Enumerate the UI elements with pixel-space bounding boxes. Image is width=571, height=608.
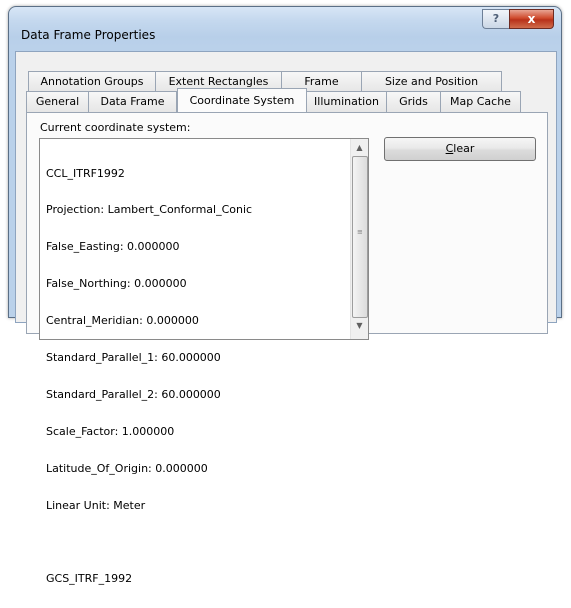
tab-map-cache[interactable]: Map Cache: [441, 91, 521, 112]
tab-coordinate-system[interactable]: Coordinate System: [177, 88, 307, 112]
scrollbar-thumb[interactable]: ≡: [352, 156, 368, 318]
dialog-title: Data Frame Properties: [21, 28, 156, 42]
cs-line: Latitude_Of_Origin: 0.000000: [46, 461, 208, 475]
scroll-down-arrow-icon[interactable]: ▼: [351, 317, 368, 334]
cs-line: Projection: Lambert_Conformal_Conic: [46, 203, 253, 217]
caption-buttons: ? x: [482, 9, 554, 29]
tab-illumination[interactable]: Illumination: [307, 91, 387, 112]
cs-line: Standard_Parallel_1: 60.000000: [46, 351, 221, 365]
close-icon: x: [527, 12, 536, 26]
cs-line: CCL_ITRF1992: [46, 166, 125, 180]
dialog-client: Annotation Groups Extent Rectangles Fram…: [15, 51, 557, 585]
coordinate-system-textbox[interactable]: CCL_ITRF1992 Projection: Lambert_Conform…: [39, 138, 369, 585]
cs-line: Standard_Parallel_2: 60.000000: [46, 387, 221, 401]
cs-line: [46, 537, 346, 549]
tab-general[interactable]: General: [26, 91, 89, 112]
cs-line: Linear Unit: Meter: [46, 498, 146, 512]
scroll-up-arrow-icon[interactable]: ▲: [351, 139, 368, 156]
cs-line: Scale_Factor: 1.000000: [46, 424, 175, 438]
tab-grids[interactable]: Grids: [387, 91, 441, 112]
tab-row-front: General Data Frame Coordinate System Ill…: [26, 88, 521, 112]
vertical-scrollbar[interactable]: ▲ ≡ ▼: [350, 139, 368, 339]
coordinate-system-panel: Current coordinate system: CCL_ITRF1992 …: [26, 112, 548, 585]
clear-label-rest: lear: [453, 142, 475, 155]
clear-button[interactable]: Clear: [384, 137, 536, 161]
help-button[interactable]: ?: [482, 9, 509, 29]
close-button[interactable]: x: [509, 9, 554, 29]
tab-annotation-groups[interactable]: Annotation Groups: [28, 71, 156, 92]
cs-line: False_Northing: 0.000000: [46, 277, 187, 291]
scrollbar-grip-icon: ≡: [357, 228, 363, 236]
current-coordinate-system-label: Current coordinate system:: [40, 121, 191, 134]
tab-size-and-position[interactable]: Size and Position: [362, 71, 502, 92]
cs-line: False_Easting: 0.000000: [46, 240, 180, 254]
coordinate-system-details: CCL_ITRF1992 Projection: Lambert_Conform…: [46, 143, 346, 608]
cs-line: Central_Meridian: 0.000000: [46, 314, 199, 328]
tab-data-frame[interactable]: Data Frame: [89, 91, 177, 112]
dialog-window: Data Frame Properties ? x Annotation Gro…: [8, 6, 562, 585]
cs-line: GCS_ITRF_1992: [46, 572, 133, 586]
